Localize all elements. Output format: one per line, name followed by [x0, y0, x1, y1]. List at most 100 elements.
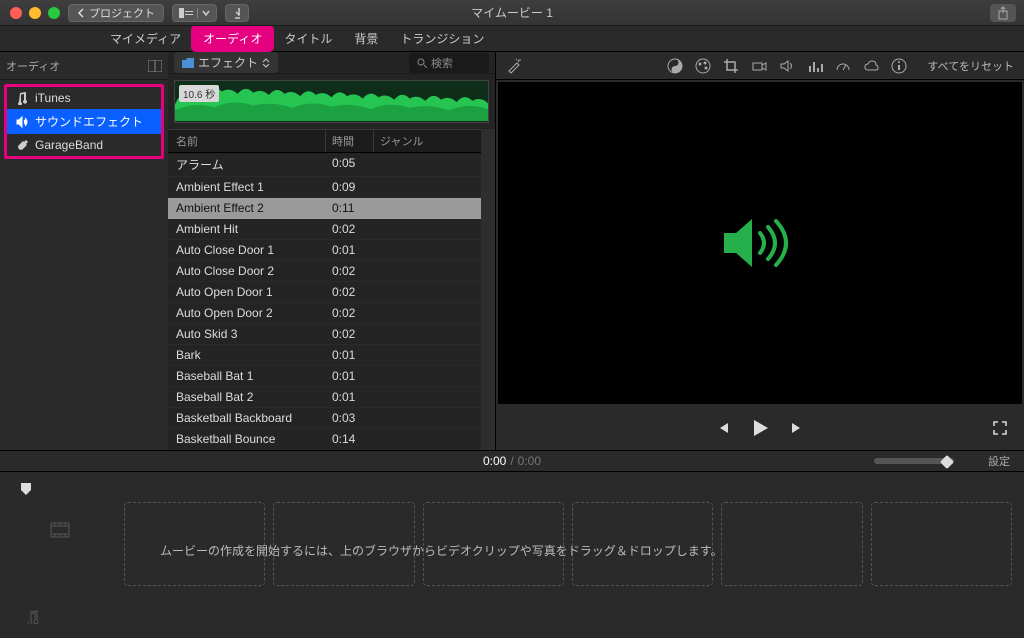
table-row[interactable]: Basketball Bounce0:14: [168, 429, 481, 450]
table-row[interactable]: Auto Open Door 20:02: [168, 303, 481, 324]
cell-time: 0:14: [326, 429, 374, 449]
list-view-toggle[interactable]: [148, 60, 162, 72]
search-input[interactable]: 検索: [409, 53, 489, 73]
table-row[interactable]: Ambient Effect 10:09: [168, 177, 481, 198]
table-row[interactable]: Auto Open Door 10:02: [168, 282, 481, 303]
reset-all-button[interactable]: すべてをリセット: [927, 58, 1014, 74]
table-row[interactable]: アラーム0:05: [168, 153, 481, 177]
timeline-hint: ムービーの作成を開始するには、上のブラウザからビデオクリップや写真をドラッグ＆ド…: [160, 542, 723, 559]
tab-transitions[interactable]: トランジション: [390, 27, 494, 50]
cell-name: Bark: [168, 345, 326, 365]
color-balance-button[interactable]: [667, 58, 683, 74]
audio-browser: エフェクト 検索 10.6 秒 名前 時間 ジャンル: [168, 52, 496, 450]
waveform-graphic: [175, 81, 488, 122]
col-time[interactable]: 時間: [326, 130, 374, 152]
tab-backgrounds[interactable]: 背景: [344, 27, 388, 50]
info-icon: [891, 58, 907, 74]
filter-button[interactable]: [863, 58, 879, 74]
fullscreen-window[interactable]: [48, 7, 60, 19]
layout-segmented[interactable]: |: [172, 4, 217, 22]
cell-genre: [374, 261, 481, 281]
search-icon: [417, 58, 427, 68]
cell-time: 0:03: [326, 408, 374, 428]
stabilize-button[interactable]: [751, 58, 767, 74]
volume-icon: [779, 58, 795, 74]
table-row[interactable]: Basketball Backboard0:03: [168, 408, 481, 429]
color-correction-button[interactable]: [695, 58, 711, 74]
col-name[interactable]: 名前: [168, 130, 326, 152]
cell-name: Auto Skid 3: [168, 324, 326, 344]
cell-time: 0:01: [326, 387, 374, 407]
settings-button[interactable]: 設定: [988, 453, 1010, 469]
audio-list[interactable]: アラーム0:05Ambient Effect 10:09Ambient Effe…: [168, 153, 481, 450]
next-button[interactable]: [789, 420, 805, 436]
tab-audio[interactable]: オーディオ: [193, 27, 272, 50]
palette-icon: [695, 58, 711, 74]
cloud-icon: [863, 58, 879, 74]
cell-genre: [374, 219, 481, 239]
scrollbar[interactable]: [481, 129, 495, 450]
cell-name: Baseball Bat 2: [168, 387, 326, 407]
volume-button[interactable]: [779, 58, 795, 74]
audio-preview-icon: [718, 211, 802, 275]
tab-titles[interactable]: タイトル: [274, 27, 342, 50]
crop-button[interactable]: [723, 58, 739, 74]
minimize-window[interactable]: [29, 7, 41, 19]
cell-time: 0:02: [326, 324, 374, 344]
audio-sidebar: オーディオ iTunes サウンドエフェクト GarageBand: [0, 52, 168, 450]
share-button[interactable]: [990, 4, 1016, 22]
video-track-icon: [50, 522, 70, 538]
elapsed-time: 0:00: [483, 454, 506, 468]
share-icon: [997, 6, 1009, 20]
table-row[interactable]: Baseball Bat 20:01: [168, 387, 481, 408]
sidebar-item-sound-effects[interactable]: サウンドエフェクト: [7, 109, 161, 134]
cell-name: Auto Close Door 2: [168, 261, 326, 281]
col-genre[interactable]: ジャンル: [374, 130, 481, 152]
breadcrumb[interactable]: エフェクト: [174, 52, 278, 73]
media-tabs: マイメディア オーディオ タイトル 背景 トランジション: [0, 26, 1024, 52]
cell-name: Auto Close Door 1: [168, 240, 326, 260]
camera-icon: [751, 58, 767, 74]
magic-wand-button[interactable]: [506, 58, 522, 74]
cell-name: Ambient Hit: [168, 219, 326, 239]
skip-back-icon: [715, 420, 731, 436]
titlebar: プロジェクト | マイムービー 1: [0, 0, 1024, 26]
playhead[interactable]: [20, 482, 32, 496]
cell-time: 0:11: [326, 198, 374, 218]
cell-name: Ambient Effect 2: [168, 198, 326, 218]
preview-viewport[interactable]: [498, 82, 1022, 404]
prev-button[interactable]: [715, 420, 731, 436]
folder-icon: [182, 58, 194, 68]
play-button[interactable]: [749, 417, 771, 439]
info-button[interactable]: [891, 58, 907, 74]
adjust-toolbar: すべてをリセット: [496, 52, 1024, 80]
transport-controls: [496, 406, 1024, 450]
close-window[interactable]: [10, 7, 22, 19]
table-row[interactable]: Ambient Hit0:02: [168, 219, 481, 240]
audio-track-icon: [26, 610, 40, 624]
music-note-icon: [15, 91, 29, 105]
film-icon: [50, 522, 70, 538]
back-to-projects-button[interactable]: プロジェクト: [68, 4, 164, 22]
import-button[interactable]: [225, 4, 249, 22]
cell-time: 0:05: [326, 153, 374, 176]
timeline[interactable]: ムービーの作成を開始するには、上のブラウザからビデオクリップや写真をドラッグ＆ド…: [0, 472, 1024, 636]
tab-mymedia[interactable]: マイメディア: [100, 27, 191, 50]
fullscreen-button[interactable]: [992, 420, 1008, 436]
cell-time: 0:01: [326, 240, 374, 260]
cell-time: 0:02: [326, 219, 374, 239]
table-row[interactable]: Auto Close Door 10:01: [168, 240, 481, 261]
table-row[interactable]: Auto Skid 30:02: [168, 324, 481, 345]
chevron-down-icon: [202, 8, 210, 18]
waveform-preview[interactable]: 10.6 秒: [174, 80, 489, 123]
table-row[interactable]: Ambient Effect 20:11: [168, 198, 481, 219]
eq-icon: [807, 58, 823, 74]
table-row[interactable]: Bark0:01: [168, 345, 481, 366]
table-row[interactable]: Baseball Bat 10:01: [168, 366, 481, 387]
table-row[interactable]: Auto Close Door 20:02: [168, 261, 481, 282]
sidebar-item-garageband[interactable]: GarageBand: [7, 134, 161, 156]
equalizer-button[interactable]: [807, 58, 823, 74]
cell-genre: [374, 177, 481, 197]
speed-button[interactable]: [835, 58, 851, 74]
sidebar-item-itunes[interactable]: iTunes: [7, 87, 161, 109]
